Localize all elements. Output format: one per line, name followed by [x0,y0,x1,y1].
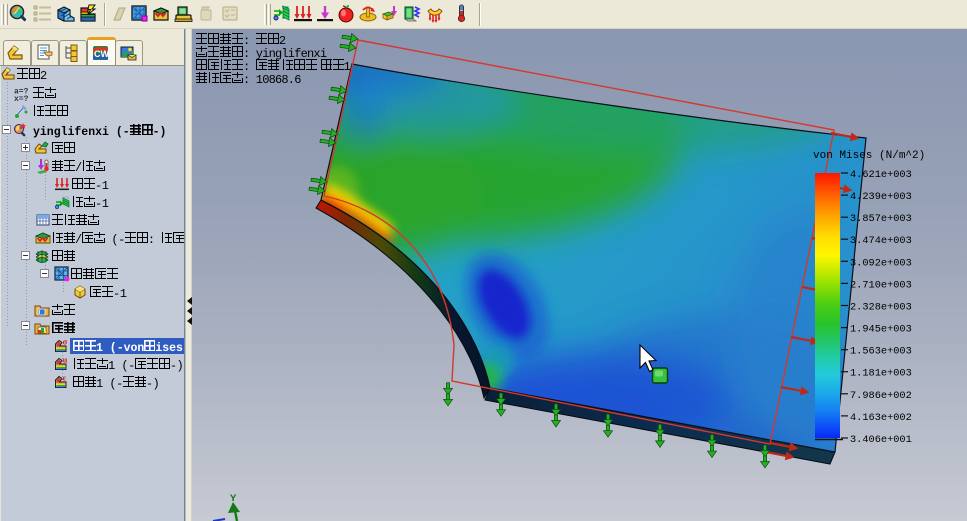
svg-text:4.163e+002: 4.163e+002 [850,412,912,424]
svg-text:u: u [63,356,68,365]
svg-text:σ: σ [63,338,68,347]
svg-text:2.328e+003: 2.328e+003 [850,302,912,314]
svg-text:1.945e+003: 1.945e+003 [850,324,912,336]
svg-text:3.474e+003: 3.474e+003 [850,235,912,247]
svg-text:von Mises (N/m^2): von Mises (N/m^2) [813,150,925,162]
svg-text:4.239e+003: 4.239e+003 [850,191,912,203]
svg-text:1.563e+003: 1.563e+003 [850,346,912,358]
svg-text:3.406e+001: 3.406e+001 [850,434,912,446]
svg-text:7.986e+002: 7.986e+002 [850,390,912,402]
svg-text:1.181e+003: 1.181e+003 [850,368,912,380]
svg-text:3.092e+003: 3.092e+003 [850,257,912,269]
svg-text:3.857e+003: 3.857e+003 [850,213,912,225]
svg-text:ε: ε [63,374,67,383]
svg-text:4.621e+003: 4.621e+003 [850,169,912,181]
svg-text:x=?: x=? [14,95,29,102]
svg-text:2.710e+003: 2.710e+003 [850,279,912,291]
svg-text:Y: Y [230,493,237,505]
svg-text:CW: CW [94,49,109,59]
